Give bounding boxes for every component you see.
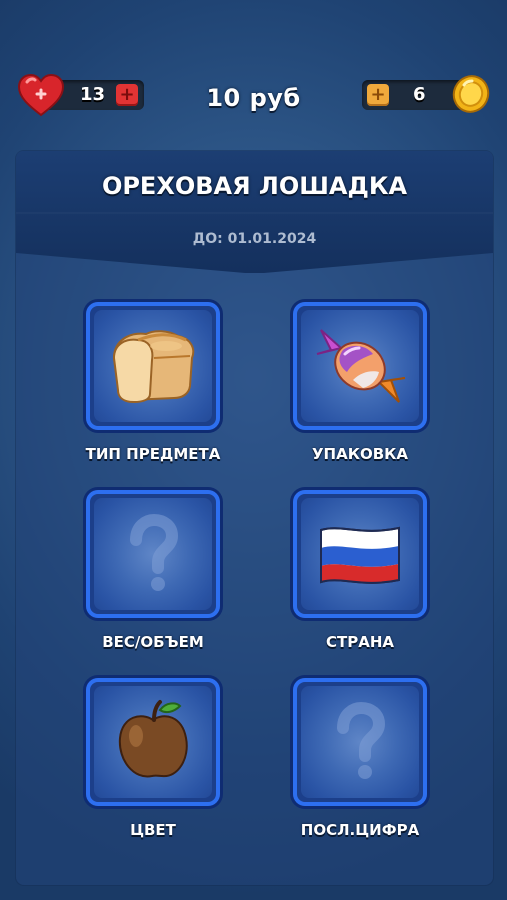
hint-tile-last-digit[interactable] (293, 678, 427, 806)
hint-label-weight: ВЕС/ОБЪЕМ (102, 633, 204, 651)
hint-tile-packaging[interactable] (293, 302, 427, 430)
question-icon (337, 701, 386, 779)
hint-tile-country[interactable] (293, 490, 427, 618)
hint-label-packaging: УПАКОВКА (311, 445, 409, 463)
add-coins-button[interactable]: + (367, 84, 389, 106)
plus-icon: + (370, 84, 386, 105)
card-title: ОРЕХОВАЯ ЛОШАДКА (101, 172, 408, 200)
hint-label-type: ТИП ПРЕДМЕТА (85, 445, 221, 463)
hint-label-color: ЦВЕТ (130, 821, 176, 839)
brown-apple-icon (118, 700, 188, 778)
hint-tile-weight[interactable] (86, 490, 220, 618)
card-date: ДО: 01.01.2024 (192, 231, 317, 247)
coin-icon (452, 75, 490, 113)
hint-label-country: СТРАНА (325, 633, 394, 651)
bread-icon (112, 330, 195, 404)
candy-icon (316, 329, 406, 403)
hint-tile-type[interactable] (86, 302, 220, 430)
hint-label-last-digit: ПОСЛ.ЦИФРА (300, 821, 420, 839)
russia-flag-icon (320, 526, 400, 584)
coins-count: 6 (413, 84, 426, 105)
question-icon (130, 513, 179, 591)
top-bar: 13 + 10 руб + 6 (0, 0, 507, 150)
hint-tile-color[interactable] (86, 678, 220, 806)
title-banner (16, 151, 493, 273)
